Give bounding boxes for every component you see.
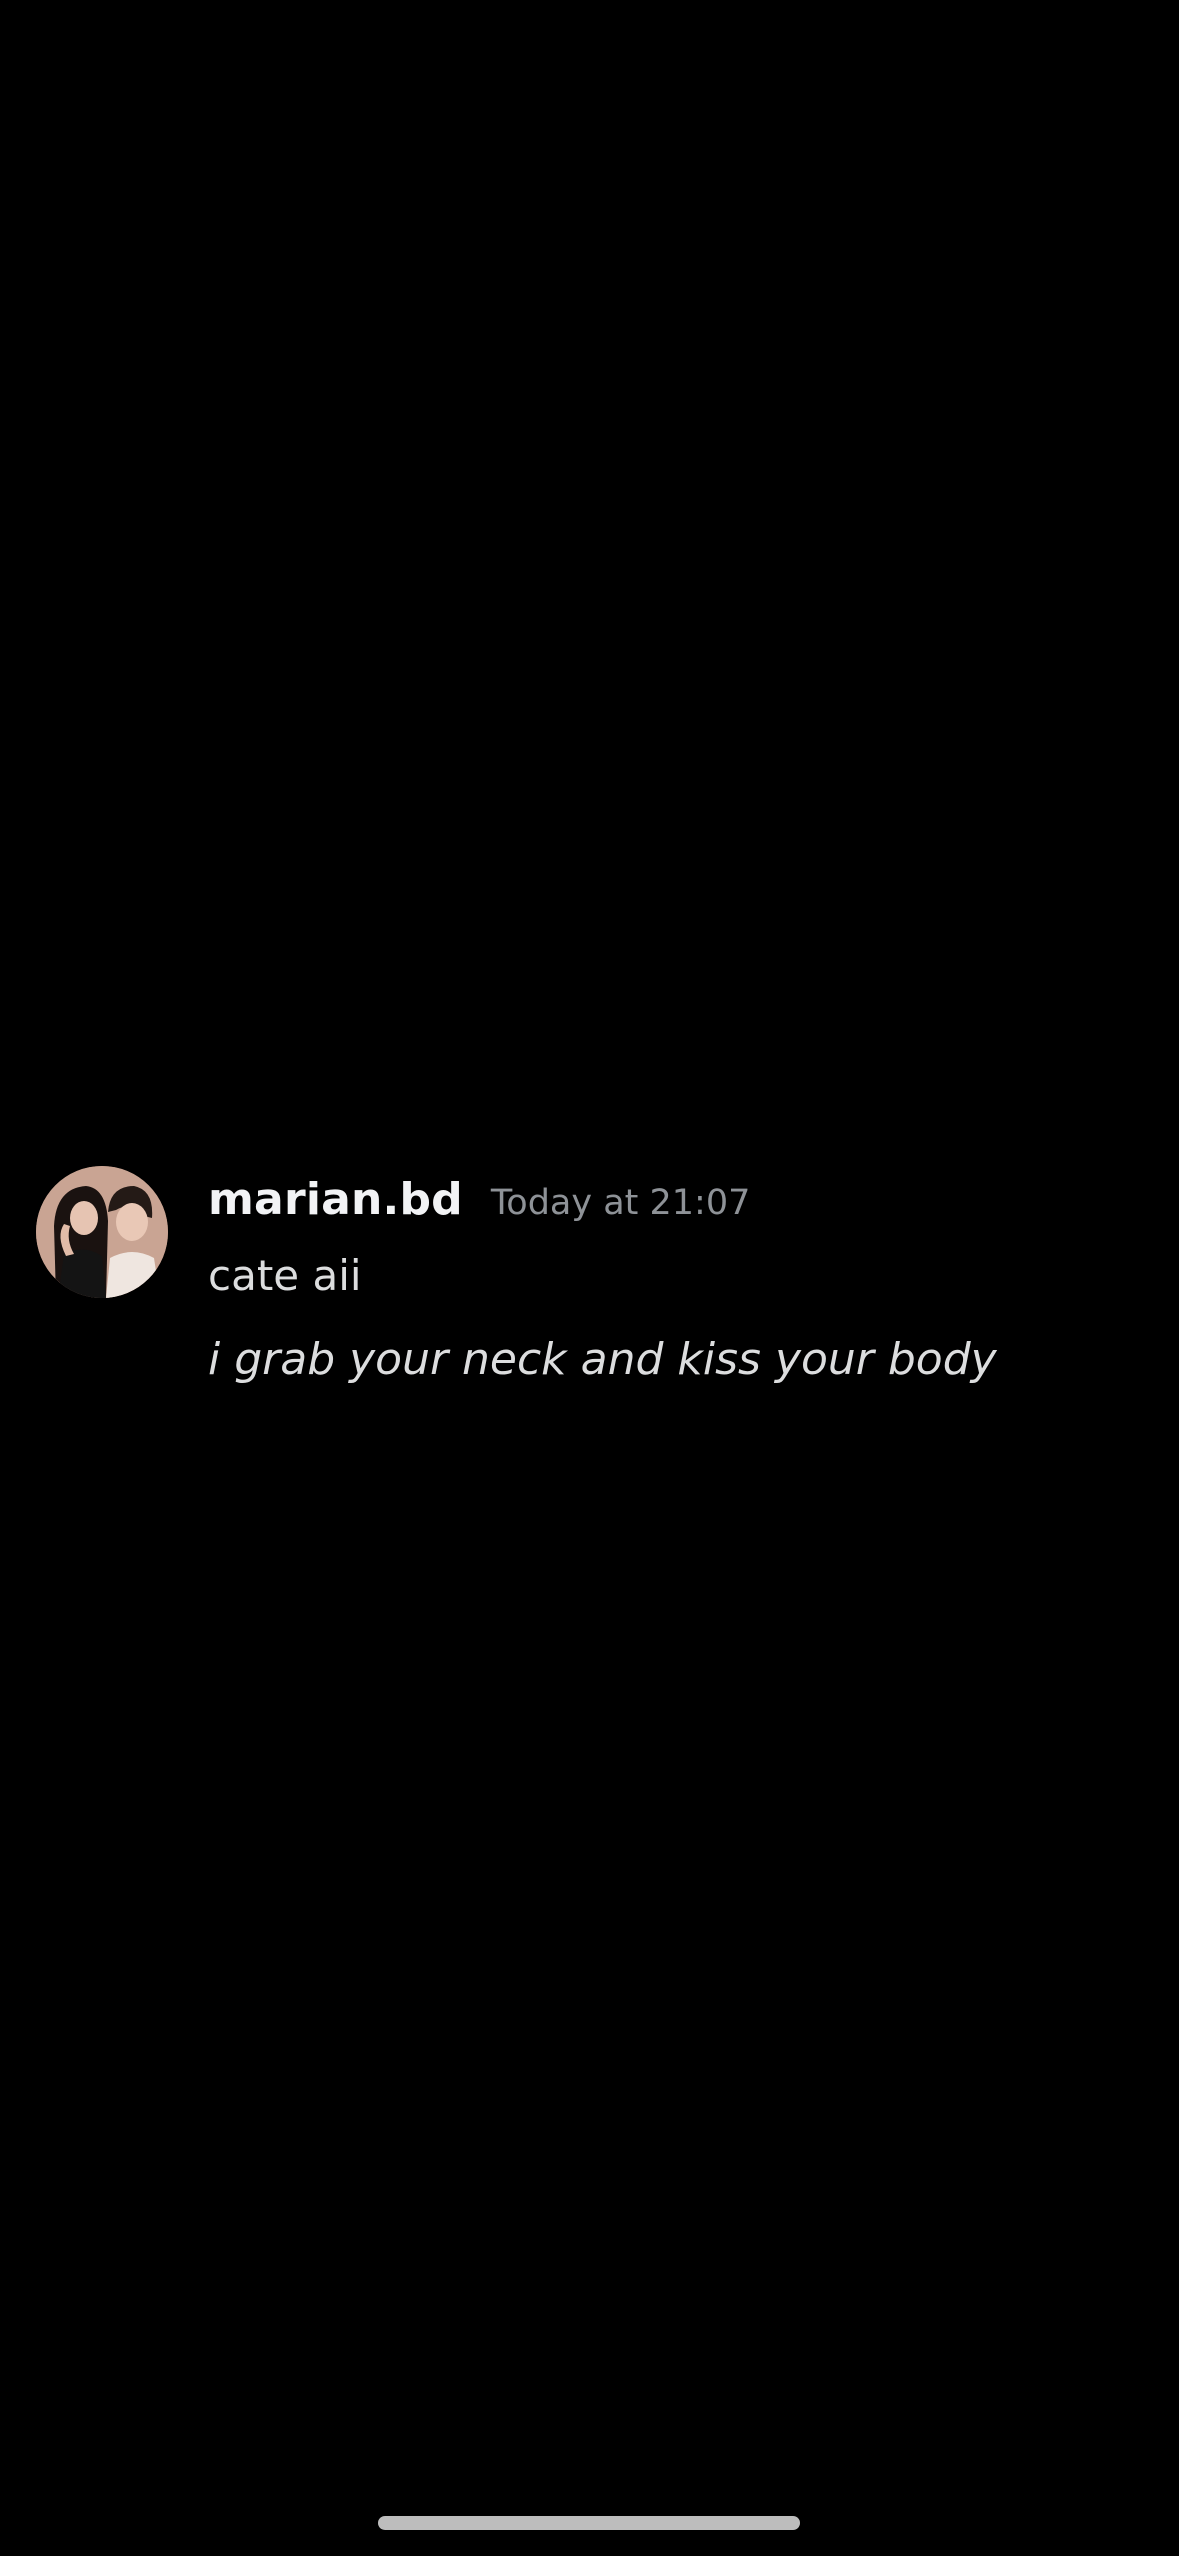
message-text-line-italic: i grab your neck and kiss your body — [208, 1334, 997, 1385]
user-avatar[interactable] — [36, 1166, 168, 1298]
username[interactable]: marian.bd — [208, 1174, 463, 1225]
message-text-line: cate aii — [208, 1251, 362, 1300]
message-timestamp: Today at 21:07 — [490, 1183, 751, 1223]
chat-screen: marian.bd Today at 21:07 cate aii i grab… — [0, 0, 1179, 2556]
home-indicator[interactable] — [378, 2516, 800, 2530]
message-header: marian.bd Today at 21:07 — [208, 1174, 997, 1225]
avatar-photo-icon — [36, 1166, 168, 1298]
message-content: marian.bd Today at 21:07 cate aii i grab… — [208, 1166, 997, 1385]
chat-message[interactable]: marian.bd Today at 21:07 cate aii i grab… — [36, 1166, 1146, 1385]
